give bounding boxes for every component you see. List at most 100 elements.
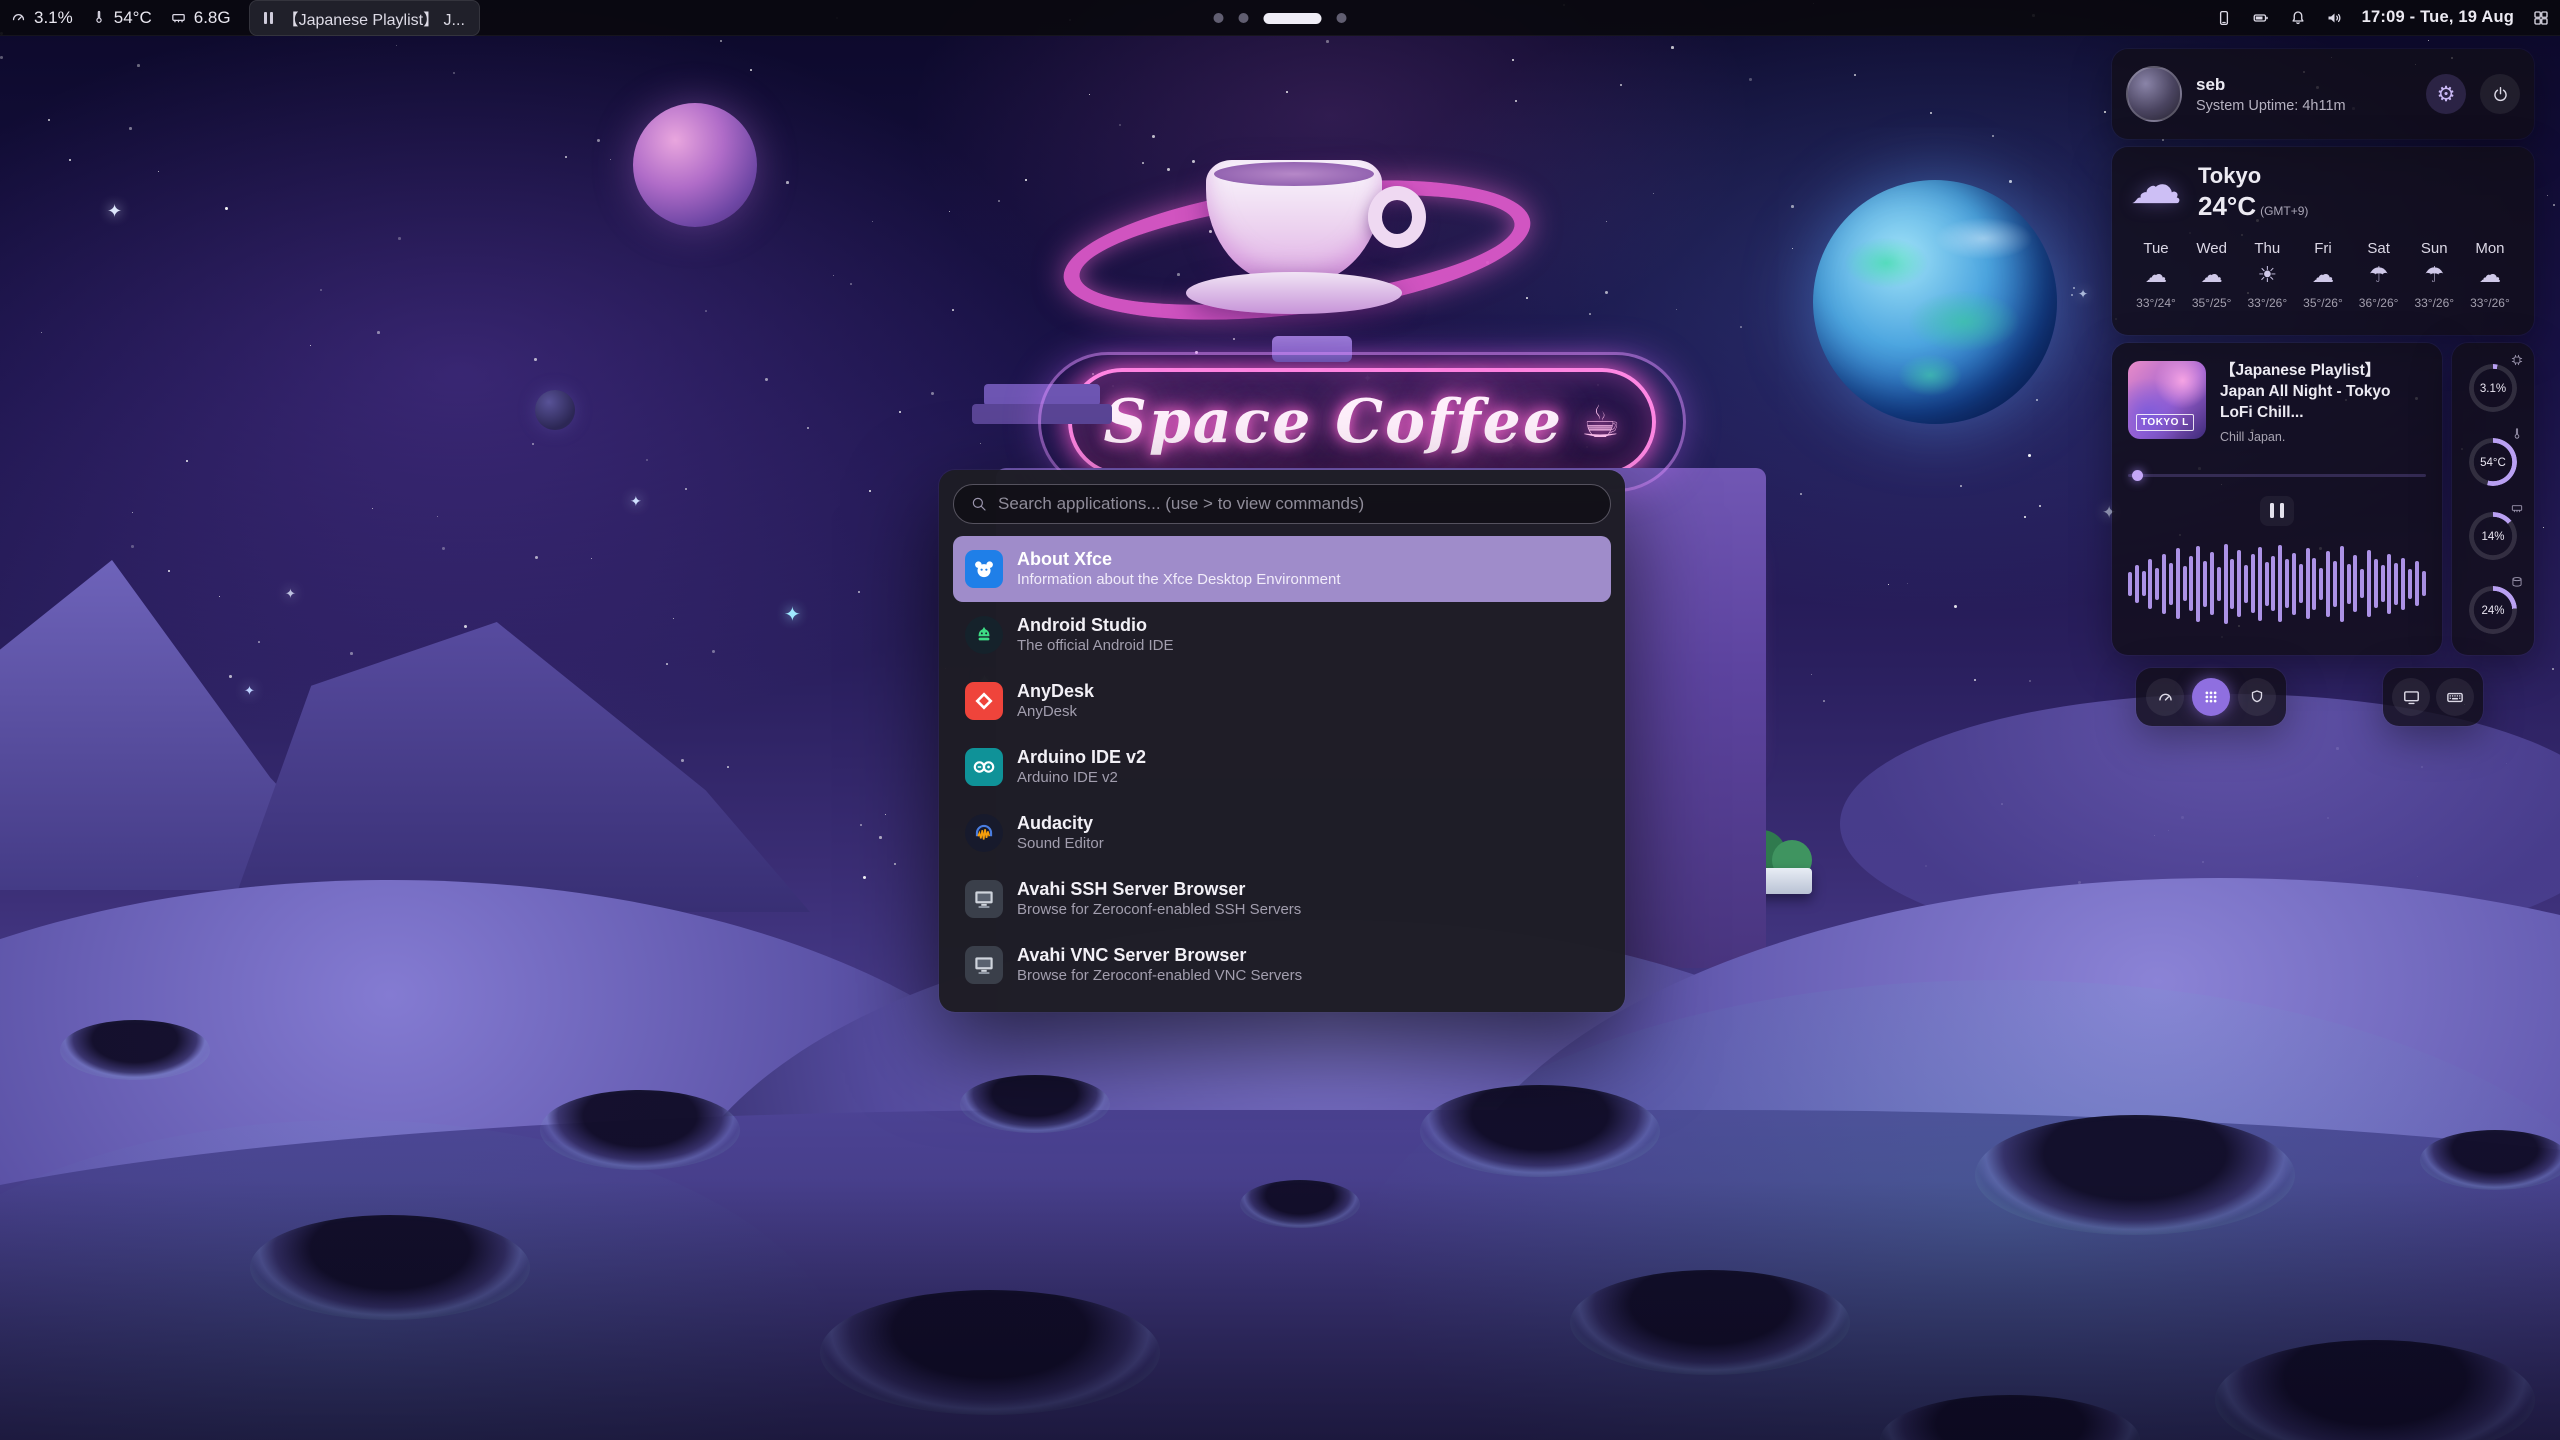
temperature-gauge: 54°C <box>2460 429 2526 495</box>
results-list: About Xfce Information about the Xfce De… <box>953 536 1611 998</box>
android-studio-icon <box>965 616 1003 654</box>
power-icon <box>2491 85 2510 104</box>
result-android-studio[interactable]: Android Studio The official Android IDE <box>953 602 1611 668</box>
security-button[interactable] <box>2238 678 2276 716</box>
cup-saucer <box>1186 272 1402 314</box>
result-audacity[interactable]: Audacity Sound Editor <box>953 800 1611 866</box>
result-avahi-vnc[interactable]: Avahi VNC Server Browser Browse for Zero… <box>953 932 1611 998</box>
battery-icon[interactable] <box>2251 9 2271 27</box>
weather-glyph-icon: ☀ <box>2241 265 2293 287</box>
app-launcher: About Xfce Information about the Xfce De… <box>939 470 1625 1012</box>
disk-icon <box>2510 575 2524 589</box>
app-desc: The official Android IDE <box>1017 637 1173 656</box>
apps-grid-icon <box>2202 688 2220 706</box>
phone-link-icon[interactable] <box>2215 9 2233 27</box>
server-browser-icon <box>965 880 1003 918</box>
album-art: TOKYO L <box>2128 361 2206 439</box>
cpu-value: 3.1% <box>34 8 73 28</box>
bright-star: ✦ <box>107 201 122 222</box>
search-input[interactable] <box>998 494 1594 514</box>
weather-city: Tokyo <box>2198 163 2308 189</box>
forecast-day: Sun☂33°/26° <box>2408 240 2460 310</box>
top-bar: 3.1% 54°C 6.8G 【Japanese Playlist】 J... <box>0 0 2560 36</box>
track-title: 【Japanese Playlist】 Japan All Night - To… <box>2220 361 2426 424</box>
app-grid-icon[interactable] <box>2532 9 2550 27</box>
bright-star: ✦ <box>2078 287 2088 301</box>
system-uptime: System Uptime: 4h11m <box>2196 98 2412 114</box>
pause-button[interactable] <box>2260 496 2294 526</box>
cup-handle <box>1368 186 1426 248</box>
cpu-icon <box>10 9 27 26</box>
forecast-day: Sat☂36°/26° <box>2353 240 2405 310</box>
cpu-gauge: 3.1% <box>2460 355 2526 421</box>
workspace-dot[interactable] <box>1337 13 1347 23</box>
earth-planet <box>1813 180 2057 424</box>
result-about-xfce[interactable]: About Xfce Information about the Xfce De… <box>953 536 1611 602</box>
disk-gauge: 24% <box>2460 577 2526 643</box>
topbar-media-widget[interactable]: 【Japanese Playlist】 J... <box>249 0 480 36</box>
result-arduino-ide[interactable]: Arduino IDE v2 Arduino IDE v2 <box>953 734 1611 800</box>
search-bar[interactable] <box>953 484 1611 524</box>
workspace-dot[interactable] <box>1239 13 1249 23</box>
small-moon <box>535 390 575 430</box>
app-name: Android Studio <box>1017 614 1173 637</box>
screen-record-button[interactable] <box>2392 678 2430 716</box>
workspace-dot[interactable] <box>1214 13 1224 23</box>
temperature-icon <box>91 9 107 26</box>
bright-star: ✦ <box>630 494 642 510</box>
result-anydesk[interactable]: AnyDesk AnyDesk <box>953 668 1611 734</box>
settings-button[interactable]: ⚙ <box>2426 74 2466 114</box>
app-desc: Information about the Xfce Desktop Envir… <box>1017 571 1341 590</box>
purple-planet <box>633 103 757 227</box>
weather-glyph-icon: ☂ <box>2353 265 2405 287</box>
cpu-stat: 3.1% <box>10 8 73 28</box>
avatar <box>2126 66 2182 122</box>
dashboard-button[interactable] <box>2146 678 2184 716</box>
shield-icon <box>2248 688 2266 706</box>
app-desc: AnyDesk <box>1017 703 1094 722</box>
weather-temperature: 24°C <box>2198 191 2256 221</box>
cpu-chip-icon <box>2510 353 2524 367</box>
media-player-card: TOKYO L 【Japanese Playlist】 Japan All Ni… <box>2112 343 2442 655</box>
waveform <box>2128 542 2426 626</box>
forecast-day: Wed☁35°/25° <box>2186 240 2238 310</box>
desktop: ✦✦✦✦✦✦✦ ✦ ✦ ✦ Space Coffee ☕ esh oon ans <box>0 0 2560 1440</box>
system-monitor-card: 3.1% 54°C 14% 24% <box>2452 343 2534 655</box>
audacity-icon <box>965 814 1003 852</box>
clock[interactable]: 17:09 - Tue, 19 Aug <box>2362 8 2514 27</box>
keyboard-button[interactable] <box>2436 678 2474 716</box>
weather-card: ☁ Tokyo 24°C (GMT+9) Tue☁33°/24° Wed☁35°/… <box>2112 147 2534 335</box>
workspace-indicator[interactable] <box>1214 0 1347 36</box>
quick-actions-left <box>2136 668 2286 726</box>
arduino-icon <box>965 748 1003 786</box>
quick-actions-right <box>2383 668 2483 726</box>
weather-glyph-icon: ☁ <box>2464 265 2516 287</box>
pause-icon <box>264 12 273 24</box>
weather-glyph-icon: ☁ <box>2186 265 2238 287</box>
crater <box>540 1090 740 1170</box>
app-name: Audacity <box>1017 812 1104 835</box>
server-browser-icon <box>965 946 1003 984</box>
forecast-day: Tue☁33°/24° <box>2130 240 2182 310</box>
speedometer-icon <box>2156 688 2175 707</box>
forecast-day: Mon☁33°/26° <box>2464 240 2516 310</box>
seek-bar[interactable] <box>2128 470 2426 480</box>
track-artist: Chill Japan. <box>2220 430 2426 444</box>
album-art-label: TOKYO L <box>2136 414 2194 431</box>
seek-handle[interactable] <box>2132 470 2143 481</box>
weather-glyph-icon: ☁ <box>2297 265 2349 287</box>
app-name: Avahi SSH Server Browser <box>1017 878 1301 901</box>
volume-icon[interactable] <box>2325 9 2344 27</box>
display-icon <box>2402 688 2421 707</box>
app-drawer-button[interactable] <box>2192 678 2230 716</box>
memory-icon <box>170 9 187 26</box>
result-avahi-ssh[interactable]: Avahi SSH Server Browser Browse for Zero… <box>953 866 1611 932</box>
notifications-icon[interactable] <box>2289 9 2307 27</box>
weather-timezone: (GMT+9) <box>2260 204 2308 218</box>
xfce-icon <box>965 550 1003 588</box>
workspace-dot-active[interactable] <box>1264 13 1322 24</box>
search-icon <box>970 495 988 513</box>
app-name: Arduino IDE v2 <box>1017 746 1146 769</box>
crater <box>1420 1085 1660 1177</box>
power-button[interactable] <box>2480 74 2520 114</box>
